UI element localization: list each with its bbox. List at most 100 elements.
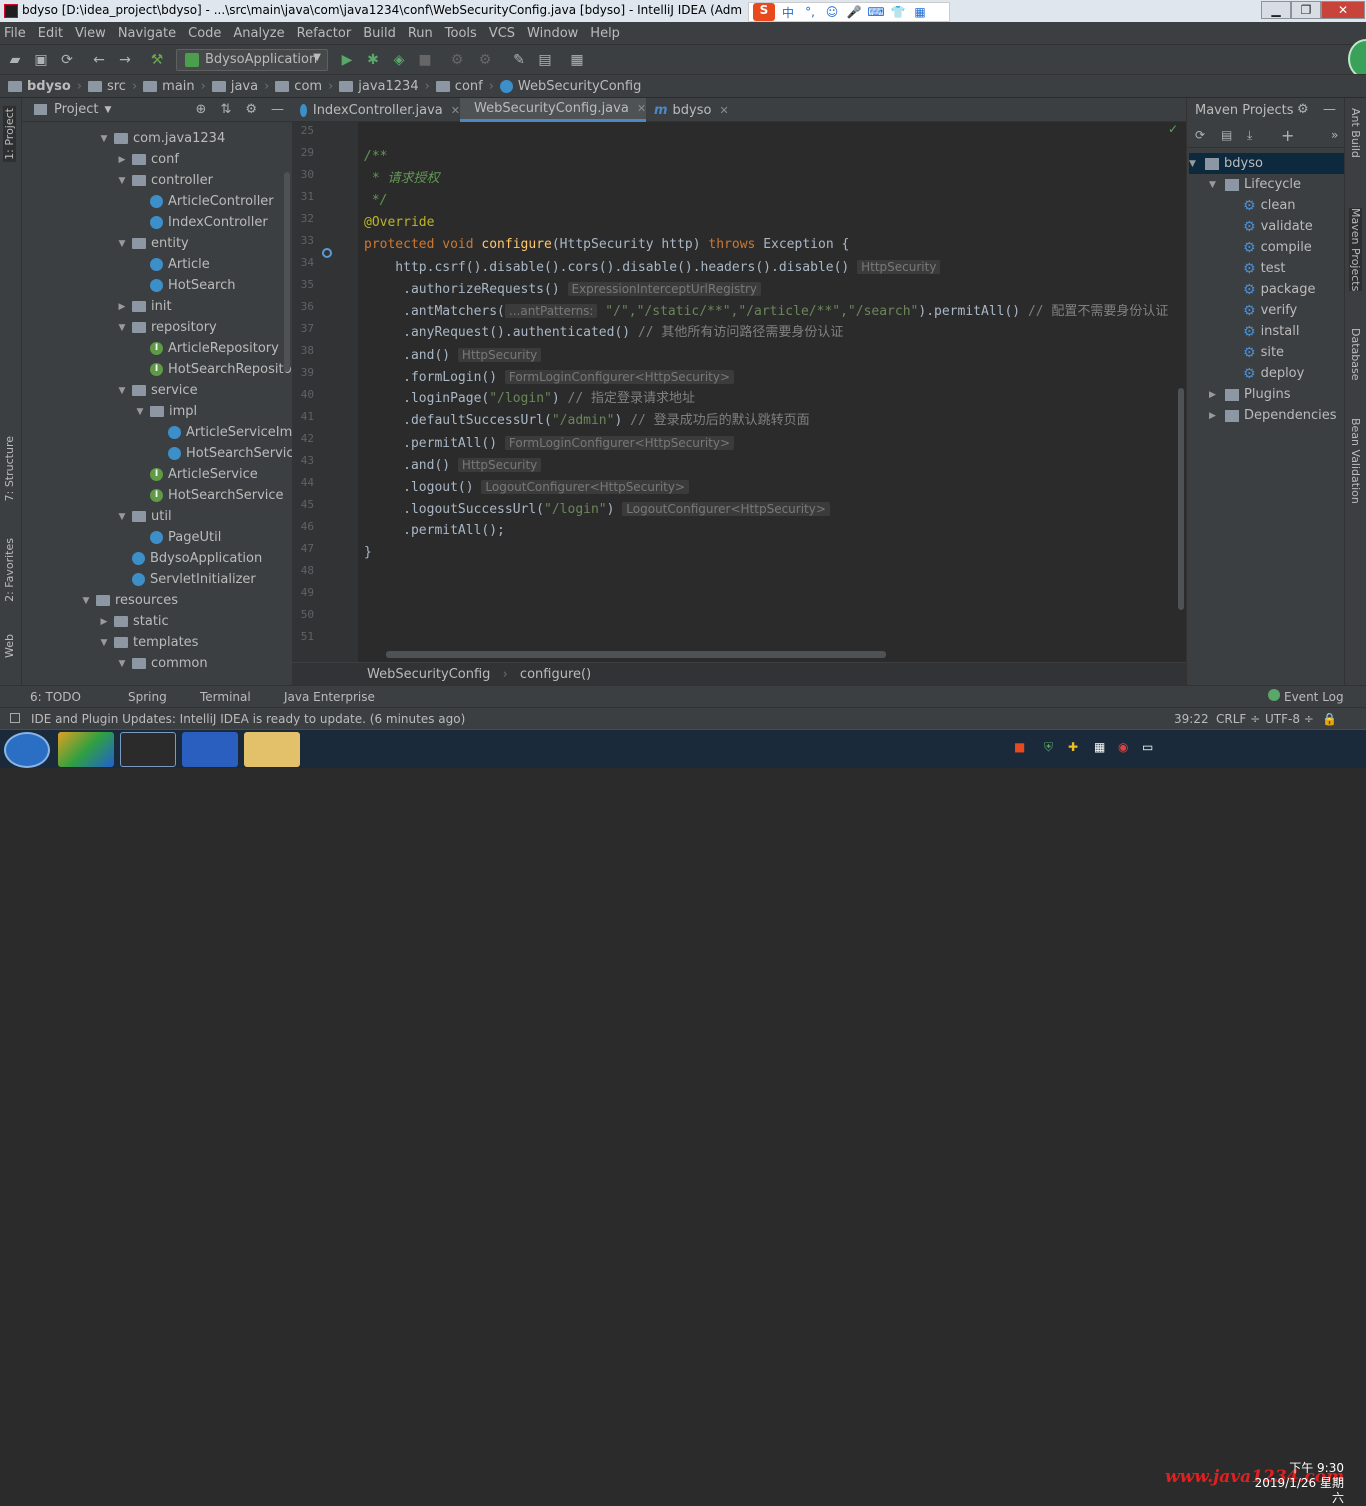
refresh-icon[interactable]: ⟳ (1195, 128, 1205, 142)
tree-item[interactable]: I HotSearchRepository (134, 359, 305, 380)
ant-build-tool-tab[interactable]: Ant Build (1349, 108, 1362, 158)
generate-sources-icon[interactable]: ▤ (1221, 128, 1232, 142)
chevron-down-icon[interactable]: ▼ (98, 638, 110, 648)
tree-item[interactable]: ArticleController (134, 191, 274, 212)
menu-build[interactable]: Build (363, 26, 396, 41)
java-enterprise-tab[interactable]: Java Enterprise (284, 690, 375, 704)
breadcrumb-item[interactable]: com › (275, 79, 333, 94)
database-tool-tab[interactable]: Database (1349, 328, 1362, 381)
maven-goal-package[interactable]: ⚙ package (1243, 279, 1315, 300)
gear-icon[interactable]: ⚙ (245, 102, 257, 117)
chevron-down-icon[interactable]: ▼ (98, 134, 110, 144)
close-button[interactable]: ✕ (1321, 1, 1365, 19)
tree-item[interactable]: I HotSearchService (134, 485, 284, 506)
plus-tray-icon[interactable]: ✚ (1068, 740, 1078, 754)
run-icon[interactable]: ▶ (338, 51, 356, 69)
gear-icon[interactable]: ⚙ (1297, 102, 1309, 117)
sogou-icon[interactable]: S (753, 3, 775, 21)
menu-help[interactable]: Help (590, 26, 620, 41)
favorites-tool-tab[interactable]: 2: Favorites (3, 538, 16, 602)
maven-goal-test[interactable]: ⚙ test (1243, 258, 1286, 279)
tree-item[interactable]: ▼ service (116, 380, 198, 401)
ime-item[interactable]: 🎤 (845, 5, 863, 19)
breadcrumb-item[interactable]: WebSecurityConfig (499, 79, 641, 94)
tree-item[interactable]: BdysoApplication (116, 548, 262, 569)
tree-item[interactable]: PageUtil (134, 527, 221, 548)
chevron-right-icon[interactable]: ▶ (116, 155, 128, 165)
ime-toolbar[interactable]: S 中 °, ☺ 🎤 ⌨ 👕 ▦ (748, 2, 950, 22)
breadcrumb-item[interactable]: main › (143, 79, 206, 94)
tree-item[interactable]: ServletInitializer (116, 569, 256, 590)
line-separator[interactable]: CRLF ÷ (1216, 712, 1260, 726)
tree-item[interactable]: IndexController (134, 212, 268, 233)
menu-run[interactable]: Run (408, 26, 433, 41)
lock-icon[interactable]: 🔒 (1322, 712, 1337, 726)
close-icon[interactable]: ✕ (637, 102, 646, 115)
tree-item[interactable]: ▶ static (98, 611, 169, 632)
system-clock[interactable]: 下午 9:30 2019/1/26 星期六 (1248, 1461, 1344, 1506)
tree-item[interactable]: I ArticleService (134, 464, 258, 485)
editor-breadcrumb-class[interactable]: WebSecurityConfig (367, 667, 490, 682)
tree-item[interactable]: ▼ common (116, 653, 208, 674)
run-configuration-select[interactable]: BdysoApplication ▼ (176, 49, 328, 71)
add-icon[interactable]: + (1281, 126, 1294, 145)
maven-goal-validate[interactable]: ⚙ validate (1243, 216, 1313, 237)
override-marker-icon[interactable] (322, 248, 332, 258)
terminal-tab[interactable]: Terminal (200, 690, 251, 704)
more-icon[interactable]: » (1331, 128, 1338, 142)
scrollbar[interactable] (284, 172, 290, 372)
dependencies-row[interactable]: ▶ Dependencies (1209, 405, 1337, 426)
breadcrumb-item[interactable]: java › (211, 79, 269, 94)
chevron-down-icon[interactable]: ▼ (116, 239, 128, 249)
maven-goal-verify[interactable]: ⚙ verify (1243, 300, 1297, 321)
tree-item[interactable]: ▼ util (116, 506, 172, 527)
spring-tab[interactable]: Spring (128, 690, 167, 704)
maven-goal-compile[interactable]: ⚙ compile (1243, 237, 1312, 258)
intellij-taskbar-icon[interactable] (120, 732, 176, 767)
breadcrumb-item[interactable]: conf › (435, 79, 494, 94)
build-hammer-icon[interactable]: ⚒ (148, 51, 166, 69)
explorer-taskbar-icon[interactable] (244, 732, 300, 767)
chevron-down-icon[interactable]: ▼ (116, 512, 128, 522)
menu-vcs[interactable]: VCS (489, 26, 515, 41)
ime-item[interactable]: 👕 (889, 5, 907, 19)
menu-edit[interactable]: Edit (38, 26, 63, 41)
tree-item[interactable]: ▼ repository (116, 317, 217, 338)
chevron-down-icon[interactable]: ▼ (134, 407, 146, 417)
caret-position[interactable]: 39:22 (1174, 712, 1209, 726)
bean-validation-tool-tab[interactable]: Bean Validation (1349, 418, 1362, 504)
chevron-down-icon[interactable]: ▼ (116, 386, 128, 396)
ime-item[interactable]: ⌨ (867, 5, 885, 19)
network-tray-icon[interactable]: ▦ (1094, 740, 1105, 754)
menu-navigate[interactable]: Navigate (118, 26, 176, 41)
collapse-icon[interactable]: ⇅ (220, 102, 231, 117)
maven-goal-install[interactable]: ⚙ install (1243, 321, 1299, 342)
breadcrumb-item[interactable]: src › (87, 79, 137, 94)
status-message[interactable]: IDE and Plugin Updates: IntelliJ IDEA is… (31, 712, 465, 726)
stop-icon[interactable]: ■ (416, 51, 434, 69)
toggle-tool-windows-icon[interactable] (10, 713, 20, 723)
menu-refactor[interactable]: Refactor (297, 26, 352, 41)
project-tool-tab[interactable]: 1: Project (3, 106, 16, 162)
plugins-row[interactable]: ▶ Plugins (1209, 384, 1291, 405)
chevron-right-icon[interactable]: ▶ (1209, 411, 1221, 421)
chevron-down-icon[interactable]: ▼ (1209, 180, 1221, 190)
security-tray-icon[interactable]: ⛨ (1044, 740, 1053, 755)
maven-project-row[interactable]: ▼ bdyso (1189, 153, 1345, 174)
maven-goal-clean[interactable]: ⚙ clean (1243, 195, 1296, 216)
hide-icon[interactable]: — (271, 102, 284, 117)
start-button[interactable] (4, 732, 50, 768)
chevron-down-icon[interactable]: ▼ (1189, 159, 1201, 169)
forward-icon[interactable]: → (116, 51, 134, 69)
update-app-icon[interactable]: ⚙ (476, 51, 494, 69)
chevron-down-icon[interactable]: ▼ (116, 176, 128, 186)
tab-web-security-config[interactable]: WebSecurityConfig.java ✕ (460, 98, 646, 122)
chevron-down-icon[interactable]: ▼ (80, 596, 92, 606)
maximize-button[interactable]: ❐ (1291, 1, 1321, 19)
ime-item[interactable]: ▦ (911, 5, 929, 19)
display-tray-icon[interactable]: ▭ (1142, 740, 1153, 754)
tree-item[interactable]: HotSearch (134, 275, 236, 296)
close-icon[interactable]: ✕ (451, 104, 460, 117)
locate-icon[interactable]: ⊕ (196, 102, 207, 117)
tree-item[interactable]: Article (134, 254, 210, 275)
